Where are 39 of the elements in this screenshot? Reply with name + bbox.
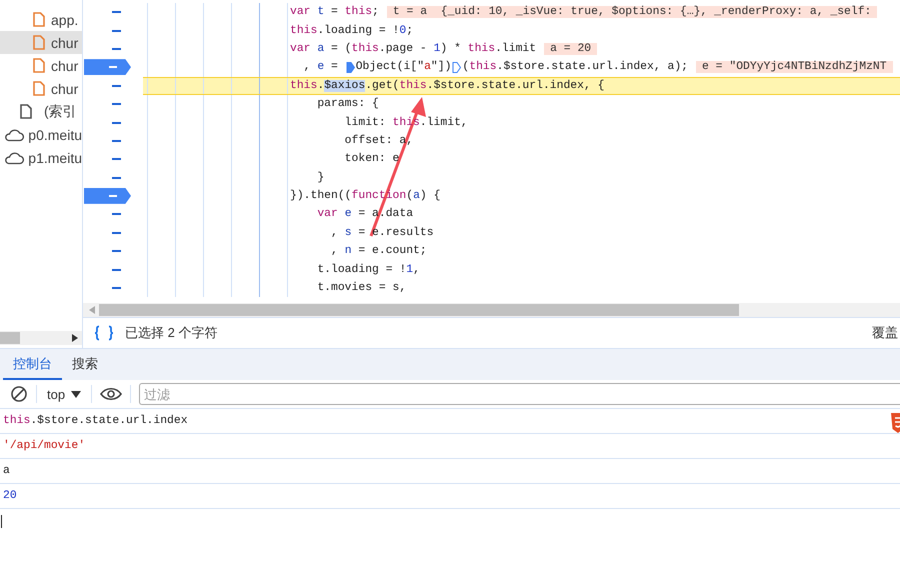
breakpoint-marker[interactable]	[84, 188, 131, 204]
inline-value: t = a {_uid: 10, _isVue: true, $options: {…}, _renderProxy: a, _self:	[386, 6, 878, 18]
inline-value: a = 20	[544, 42, 598, 55]
inline-value: e = "ODYyYjc4NTBiNzdhZjMzNT	[696, 61, 893, 74]
selection-status: 已选择 2 个字符	[125, 324, 218, 342]
scrollbar[interactable]	[83, 303, 900, 318]
filter-field[interactable]: 过滤	[139, 383, 900, 405]
scrollbar[interactable]	[0, 331, 82, 345]
clear-console-icon[interactable]	[10, 385, 28, 403]
file-icon	[33, 81, 45, 96]
tree-item[interactable]: chur	[0, 77, 82, 100]
context-dropdown[interactable]: top	[45, 386, 84, 402]
coverage-status: 覆盖	[872, 324, 898, 342]
tab[interactable]: 控制台	[3, 349, 62, 380]
scroll-right-icon[interactable]	[72, 334, 78, 342]
console-entry: 20	[0, 484, 900, 509]
cloud-icon	[4, 150, 24, 164]
inline-breakpoint-icon[interactable]	[452, 62, 462, 73]
tree-item[interactable]: p1.meitu	[0, 146, 82, 169]
file-icon	[20, 104, 32, 119]
scroll-left-icon[interactable]	[89, 306, 95, 314]
pretty-print-icon[interactable]	[93, 325, 115, 342]
text-cursor[interactable]	[1, 515, 2, 528]
cloud-icon	[4, 128, 24, 142]
breakpoint-marker[interactable]	[84, 59, 131, 76]
eye-icon[interactable]	[100, 387, 122, 401]
file-icon	[33, 12, 45, 27]
caret-icon	[71, 390, 82, 398]
tree-item[interactable]: (索引	[0, 100, 82, 123]
console-entry: '/api/movie'	[0, 434, 900, 459]
file-icon	[33, 35, 45, 50]
console-entry: a	[0, 459, 900, 484]
tree-item[interactable]: chur	[0, 54, 82, 77]
tree-item[interactable]: app.	[0, 8, 82, 31]
tree-item[interactable]: p0.meitu	[0, 123, 82, 146]
file-icon	[33, 58, 45, 73]
inline-breakpoint-icon[interactable]	[346, 62, 355, 73]
tree-item[interactable]: chur	[0, 31, 82, 54]
tab[interactable]: 搜索	[62, 349, 108, 380]
